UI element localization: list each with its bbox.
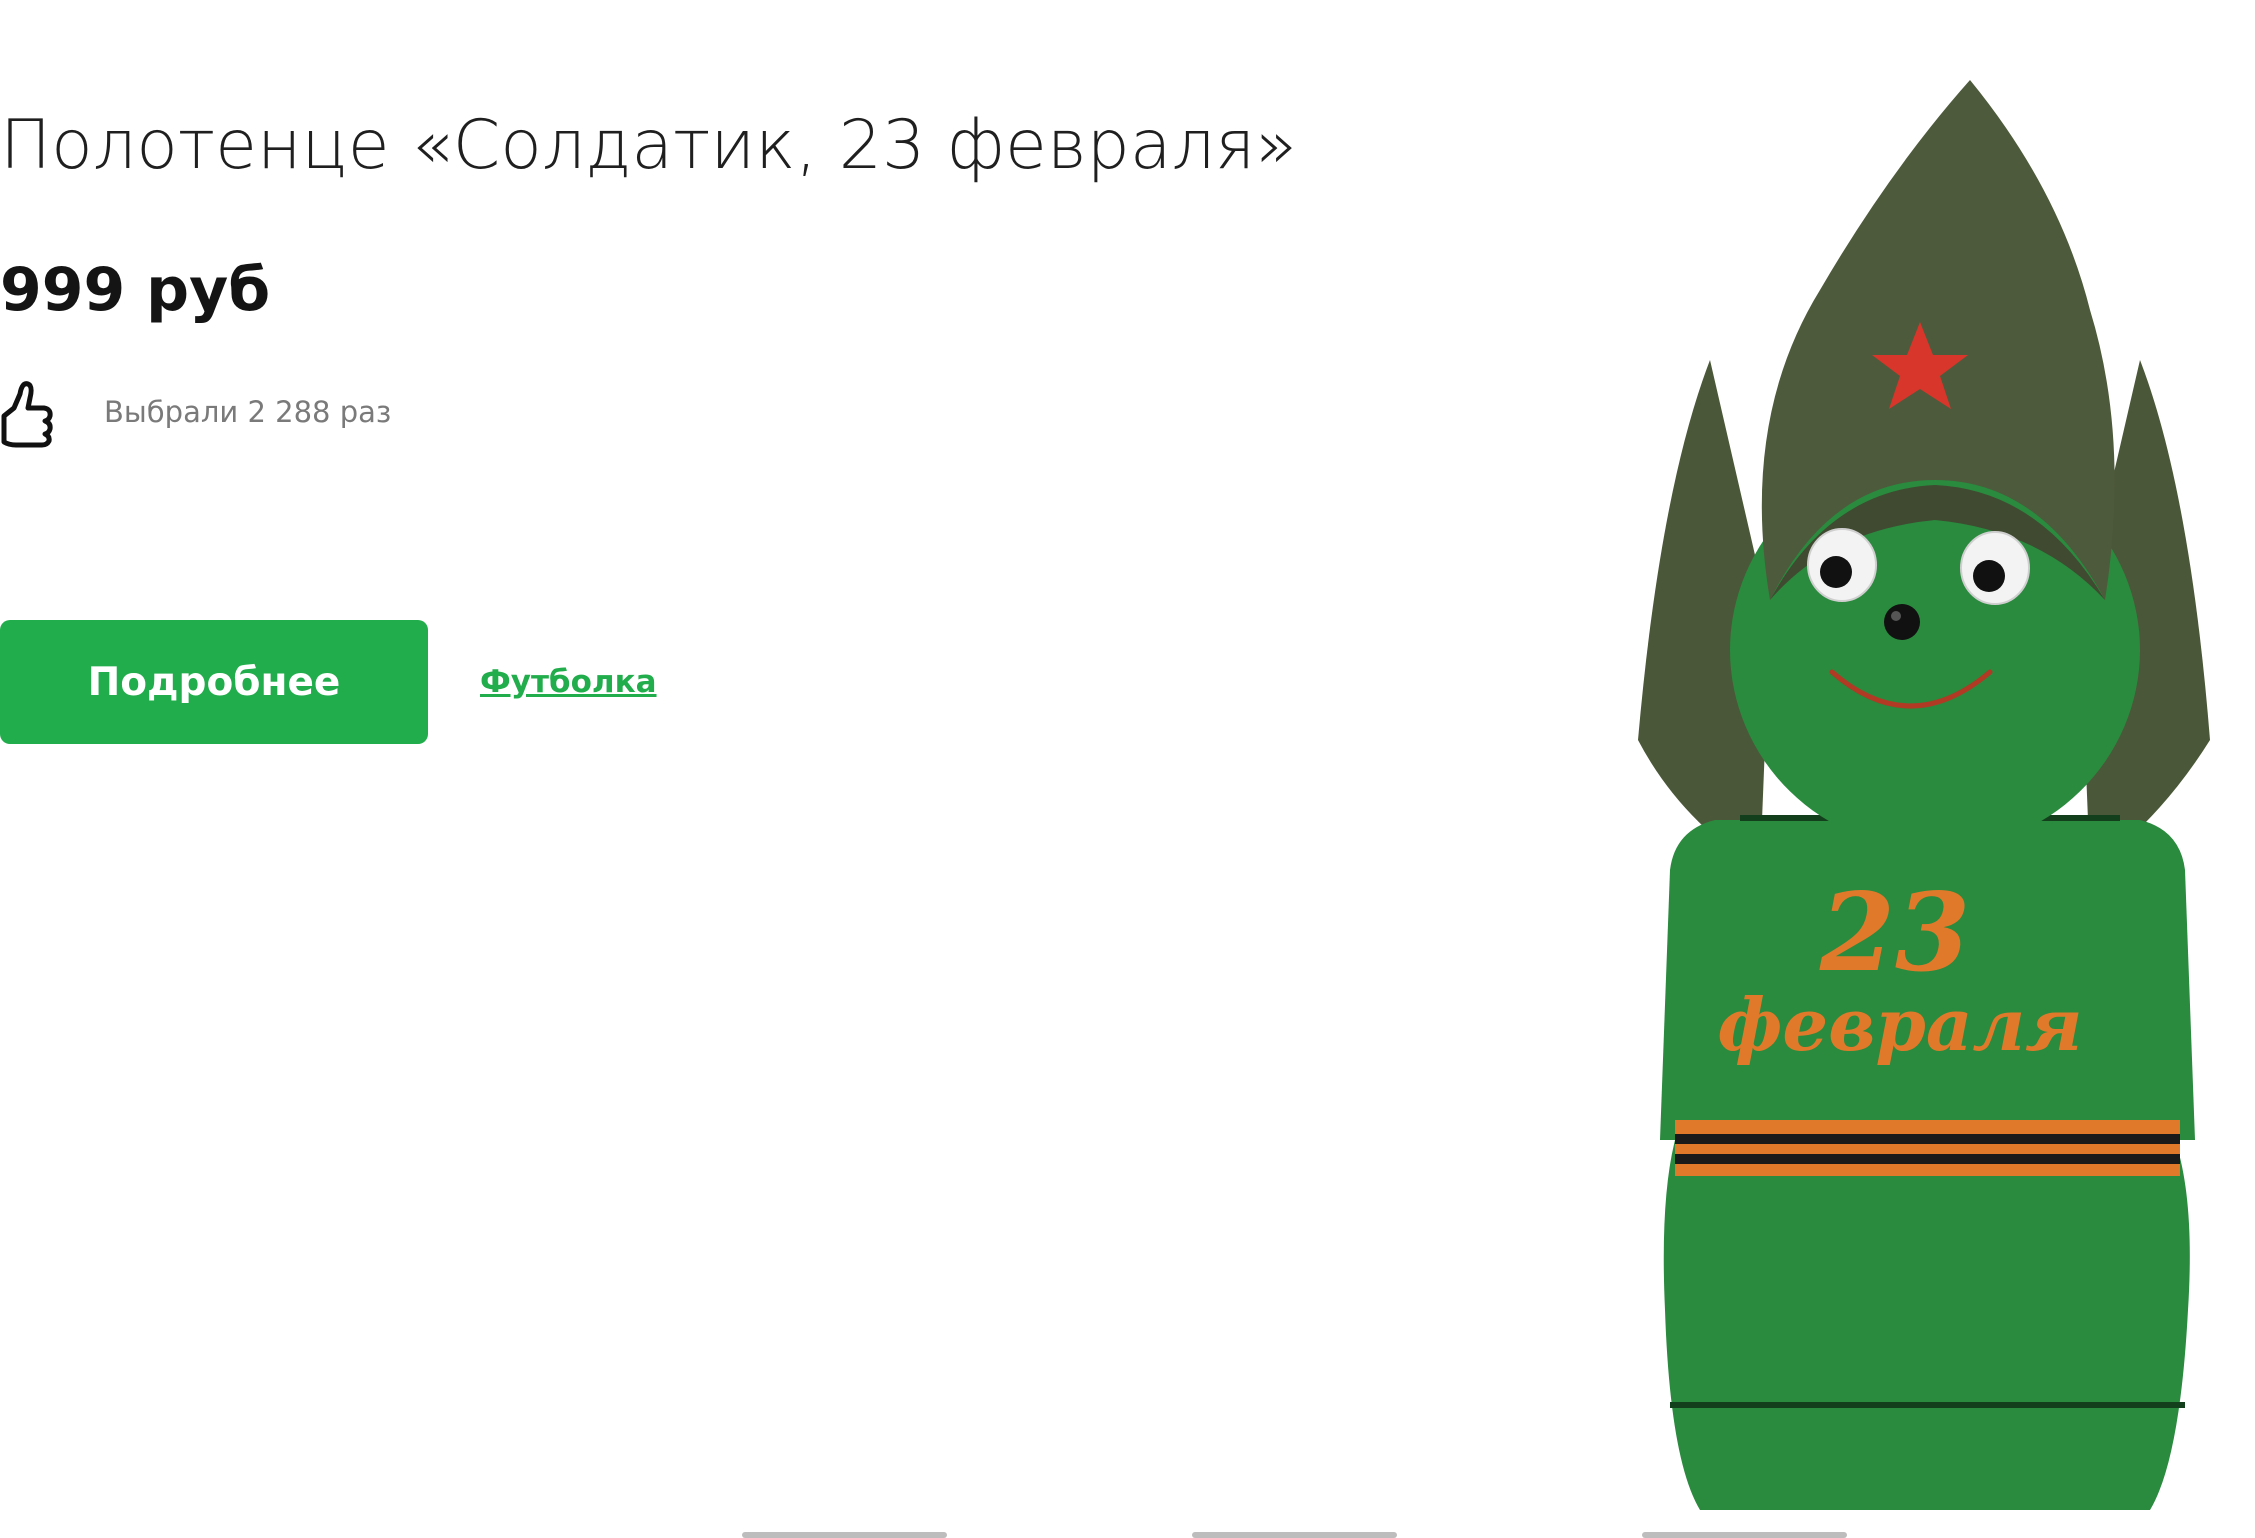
image-text-number: 23 — [1819, 870, 1970, 996]
pager-indicator-2[interactable] — [1192, 1532, 1397, 1538]
likes-counter: Выбрали 2 288 раз — [0, 372, 391, 452]
likes-count-text: Выбрали 2 288 раз — [104, 395, 392, 429]
product-title: Полотенце «Солдатик, 23 февраля» — [0, 106, 1297, 185]
product-price: 999 руб — [0, 255, 271, 325]
details-button[interactable]: Подробнее — [0, 620, 428, 744]
pager-indicator-3[interactable] — [1642, 1532, 1847, 1538]
category-link[interactable]: Футболка — [480, 660, 657, 704]
thumbs-up-icon[interactable] — [0, 374, 56, 450]
image-text-month: февраля — [1717, 982, 2082, 1067]
product-image: 23 февраля — [1638, 80, 2210, 1510]
pager-indicator-1[interactable] — [742, 1532, 947, 1538]
